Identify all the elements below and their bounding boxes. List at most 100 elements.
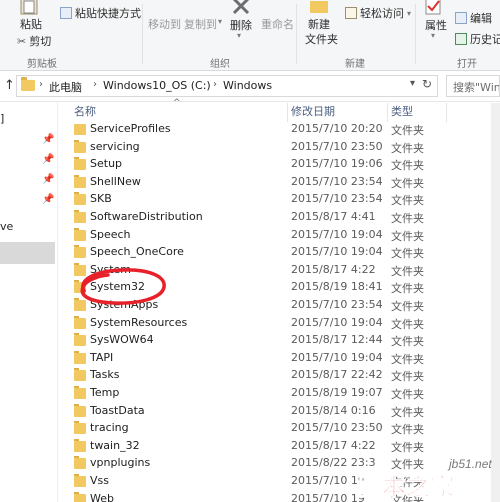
file-row[interactable]: twain_32 2015/8/17 4:22 文件夹 — [58, 438, 500, 456]
address-dropdown-icon[interactable]: ▾ — [410, 78, 415, 89]
delete-dropdown-icon[interactable]: ▾ — [237, 31, 241, 40]
file-type: 文件夹 — [391, 352, 424, 366]
file-row[interactable]: Temp 2015/8/19 19:07 文件夹 — [58, 385, 500, 403]
nav-item-fragment[interactable]: ] — [0, 112, 4, 125]
folder-icon — [74, 124, 86, 135]
up-arrow-icon[interactable]: ↑ — [4, 78, 15, 93]
breadcrumb-this-pc[interactable]: 此电脑 — [49, 79, 82, 95]
rename-button[interactable]: 重命名 — [261, 16, 294, 32]
file-row[interactable]: SystemResources 2015/7/10 19:04 文件夹 — [58, 315, 500, 333]
file-date: 2015/7/10 23:54 — [291, 298, 383, 311]
refresh-icon[interactable]: ↻ — [422, 77, 432, 91]
column-header-date[interactable]: 修改日期 — [291, 103, 335, 122]
file-row[interactable]: Speech_OneCore 2015/7/10 19:04 文件夹 — [58, 244, 500, 262]
file-row[interactable]: ShellNew 2015/7/10 23:54 文件夹 — [58, 174, 500, 192]
easy-access-button[interactable]: 轻松访问 ▾ — [345, 5, 411, 21]
chevron-right-icon[interactable]: › — [213, 79, 217, 90]
paste-shortcut-icon — [60, 7, 72, 19]
copy-to-dropdown-icon[interactable]: ▾ — [218, 17, 222, 26]
breadcrumb-windows[interactable]: Windows — [223, 79, 272, 92]
pin-icon[interactable]: 📌 — [42, 174, 54, 185]
file-date: 2015/8/17 4:41 — [291, 210, 376, 223]
vertical-scrollbar[interactable] — [491, 103, 500, 502]
file-row[interactable]: ToastData 2015/8/14 0:16 文件夹 — [58, 403, 500, 421]
file-row[interactable]: Speech 2015/7/10 19:04 文件夹 — [58, 227, 500, 245]
edit-button[interactable]: 编辑 — [455, 10, 492, 26]
file-date: 2015/8/17 4:22 — [291, 262, 376, 276]
file-row[interactable]: SoftwareDistribution 2015/8/17 4:41 文件夹 — [58, 209, 500, 227]
file-type: 文件夹 — [391, 141, 424, 155]
folder-icon — [74, 491, 86, 502]
file-row[interactable]: SysWOW64 2015/8/17 12:44 文件夹 — [58, 332, 500, 350]
folder-icon — [74, 403, 86, 417]
paste-shortcut-button[interactable]: 粘贴快捷方式 — [60, 5, 141, 21]
chevron-right-icon[interactable]: › — [39, 79, 43, 90]
column-divider[interactable] — [446, 103, 447, 122]
chevron-right-icon[interactable]: › — [93, 79, 97, 90]
nav-item-fragment[interactable]: ve — [0, 220, 13, 233]
history-icon — [455, 33, 467, 45]
file-row[interactable]: TAPI 2015/7/10 19:04 文件夹 — [58, 350, 500, 368]
file-name: Temp — [90, 386, 120, 399]
folder-icon — [74, 350, 86, 364]
pin-icon[interactable]: 📌 — [42, 194, 54, 205]
file-row[interactable]: SKB 2015/7/10 23:54 文件夹 — [58, 191, 500, 209]
chevron-down-icon: ▾ — [407, 8, 412, 18]
file-date: 2015/7/10 19:04 — [291, 350, 383, 364]
file-date: 2015/7/10 19:06 — [291, 157, 383, 171]
properties-dropdown-icon[interactable]: ▾ — [431, 31, 435, 40]
file-type: 文件夹 — [391, 194, 424, 208]
file-type: 文件夹 — [391, 247, 424, 261]
file-row[interactable]: Setup 2015/7/10 19:06 文件夹 — [58, 156, 500, 174]
file-row[interactable]: servicing 2015/7/10 23:50 文件夹 — [58, 139, 500, 157]
folder-icon — [74, 456, 86, 470]
folder-icon — [74, 245, 86, 259]
address-bar[interactable]: › 此电脑 › Windows10_OS (C:) › Windows ▾ ↻ — [16, 75, 438, 97]
file-name: ShellNew — [90, 174, 141, 188]
paste-icon[interactable] — [18, 0, 40, 16]
file-name: twain_32 — [90, 438, 140, 452]
nav-item-selected[interactable] — [0, 242, 55, 264]
file-row[interactable]: ServiceProfiles 2015/7/10 20:20 文件夹 — [58, 124, 500, 139]
folder-icon — [74, 421, 86, 435]
file-type: 文件夹 — [391, 264, 424, 278]
new-group-label: 新建 — [345, 59, 365, 70]
pin-icon[interactable]: 📌 — [42, 154, 54, 165]
column-header-name[interactable]: 名称 — [74, 103, 96, 122]
file-type: 文件夹 — [391, 300, 424, 313]
paste-button[interactable]: 粘贴 — [20, 16, 42, 32]
new-folder-icon[interactable] — [308, 0, 330, 14]
file-type: 文件夹 — [391, 423, 424, 437]
move-to-button[interactable]: 移动到 — [148, 16, 181, 32]
file-name: Speech_OneCore — [90, 245, 184, 259]
folder-icon — [74, 139, 86, 153]
new-folder-button[interactable]: 新建 — [308, 16, 330, 32]
file-type: 文件夹 — [391, 176, 424, 190]
column-divider[interactable] — [287, 103, 288, 122]
column-divider[interactable] — [387, 103, 388, 122]
cut-button[interactable]: ✂ 剪切 — [17, 33, 51, 49]
folder-icon — [74, 192, 86, 206]
file-date: 2015/8/17 22:42 — [291, 368, 383, 382]
search-placeholder: 搜索"Windows" — [453, 81, 499, 94]
file-date: 2015/7/10 23:50 — [291, 421, 383, 435]
copy-to-button[interactable]: 复制到 — [184, 16, 217, 32]
ribbon-separator — [296, 4, 297, 64]
red-circle-annotation — [80, 268, 166, 305]
delete-icon[interactable] — [230, 0, 252, 16]
column-header-type[interactable]: 类型 — [391, 103, 413, 122]
file-name: Tasks — [90, 368, 120, 382]
breadcrumb-drive[interactable]: Windows10_OS (C:) — [103, 79, 211, 92]
file-date: 2015/8/17 12:44 — [291, 333, 383, 347]
file-row[interactable]: Tasks 2015/8/17 22:42 文件夹 — [58, 367, 500, 385]
new-folder-button-line2[interactable]: 文件夹 — [305, 31, 338, 47]
properties-icon[interactable] — [424, 0, 444, 16]
file-name: SystemResources — [90, 315, 188, 329]
properties-button[interactable]: 属性 — [425, 17, 447, 33]
file-type: 文件夹 — [391, 335, 424, 349]
file-name: TAPI — [90, 350, 114, 364]
search-input[interactable]: 搜索"Windows" — [446, 75, 500, 97]
file-row[interactable]: tracing 2015/7/10 23:50 文件夹 — [58, 420, 500, 438]
pin-icon[interactable]: 📌 — [42, 134, 54, 145]
history-button[interactable]: 历史记 — [455, 31, 500, 47]
